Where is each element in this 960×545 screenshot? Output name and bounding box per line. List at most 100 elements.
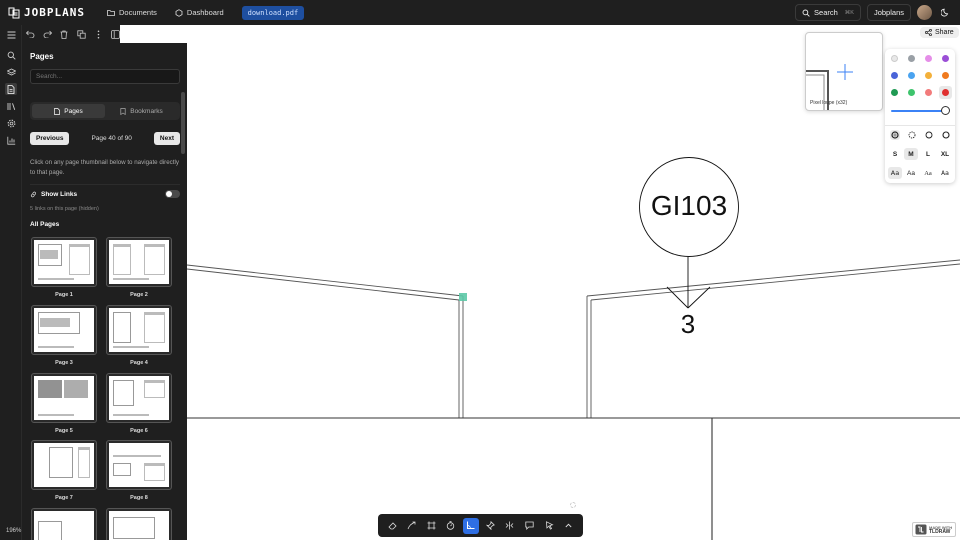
page-thumbnail[interactable] xyxy=(106,508,172,540)
divider xyxy=(30,184,180,185)
callout-number: 3 xyxy=(680,309,696,339)
link-icon xyxy=(30,191,37,197)
stopwatch-icon xyxy=(447,521,455,530)
comment-tool[interactable] xyxy=(522,518,538,534)
nav-documents[interactable]: Documents xyxy=(107,8,157,17)
color-swatch[interactable] xyxy=(925,55,932,62)
made-with-line2: TLDRAW xyxy=(929,528,951,535)
eraser-tool[interactable] xyxy=(384,518,400,534)
page-label: Page 3 xyxy=(55,360,73,366)
cursor-indicator xyxy=(570,502,576,508)
size-option-xl[interactable]: XL xyxy=(938,148,952,160)
chart-icon[interactable] xyxy=(5,134,17,146)
nav-dashboard[interactable]: Dashboard xyxy=(175,8,224,17)
fill-pattern-option[interactable] xyxy=(941,130,951,140)
page-label: Page 1 xyxy=(55,292,73,298)
color-swatch[interactable] xyxy=(925,89,932,96)
split-icon xyxy=(506,521,514,530)
opacity-slider-knob[interactable] xyxy=(941,106,950,115)
page-thumbnail[interactable] xyxy=(31,440,97,490)
theme-toggle[interactable] xyxy=(938,6,952,20)
cursor-icon xyxy=(545,521,554,530)
divider xyxy=(885,125,955,126)
pages-icon[interactable] xyxy=(5,83,17,95)
next-button[interactable]: Next xyxy=(153,132,180,145)
page-label: Page 5 xyxy=(55,428,73,434)
tldraw-logo-icon xyxy=(915,524,927,535)
page-thumbnail[interactable] xyxy=(31,305,97,355)
font-draw-option[interactable]: Aa xyxy=(888,167,902,179)
fill-semi-option[interactable] xyxy=(907,130,917,140)
undo-icon[interactable] xyxy=(25,29,35,39)
color-swatch[interactable] xyxy=(908,55,915,62)
page-thumbnail[interactable] xyxy=(106,373,172,423)
page-thumbnail[interactable] xyxy=(31,373,97,423)
previous-button[interactable]: Previous xyxy=(30,132,70,145)
made-with-badge[interactable]: MADE WITH TLDRAW xyxy=(912,522,956,537)
color-swatch[interactable] xyxy=(925,72,932,79)
page-label: Page 8 xyxy=(130,495,148,501)
split-tool[interactable] xyxy=(502,518,518,534)
color-swatch[interactable] xyxy=(891,55,898,62)
color-swatch[interactable] xyxy=(942,72,949,79)
layers-icon[interactable] xyxy=(5,66,17,78)
page-thumbnail[interactable] xyxy=(31,237,97,287)
angle-icon xyxy=(467,521,475,529)
eraser-icon xyxy=(387,522,397,530)
org-button[interactable]: Jobplans xyxy=(866,4,911,21)
font-serif-option[interactable]: Aa xyxy=(921,167,935,179)
pages-search-input[interactable] xyxy=(30,69,180,84)
show-links-toggle[interactable] xyxy=(165,190,180,198)
color-swatch[interactable] xyxy=(891,72,898,79)
arrow-tool[interactable] xyxy=(404,518,420,534)
menu-icon[interactable] xyxy=(5,29,17,41)
color-swatch[interactable] xyxy=(891,89,898,96)
panel-toolbar xyxy=(22,25,120,43)
duplicate-icon[interactable] xyxy=(76,29,86,39)
select-tool[interactable] xyxy=(541,518,557,534)
more-icon[interactable] xyxy=(93,29,103,39)
style-panel: S M L XL Aa Aa Aa Aa xyxy=(885,49,955,183)
fill-none-option[interactable] xyxy=(890,130,900,140)
panel-scrollbar[interactable] xyxy=(181,92,185,154)
pin-tool[interactable] xyxy=(482,518,498,534)
page-thumbnail[interactable] xyxy=(31,508,97,540)
links-count: 5 links on this page (hidden) xyxy=(30,206,99,212)
bookmark-icon xyxy=(120,107,126,115)
redo-icon[interactable] xyxy=(42,29,52,39)
sidebar-toggle-icon[interactable] xyxy=(110,29,120,39)
measure-tool[interactable] xyxy=(443,518,459,534)
color-swatch-selected[interactable] xyxy=(942,89,949,96)
search-button[interactable]: Search ⌘K xyxy=(795,4,861,21)
app-logo[interactable]: JOBPLANS xyxy=(8,6,85,19)
gear-icon[interactable] xyxy=(5,117,17,129)
avatar[interactable] xyxy=(917,5,932,20)
color-swatch[interactable] xyxy=(942,55,949,62)
size-option-m[interactable]: M xyxy=(904,148,918,160)
fill-solid-option[interactable] xyxy=(924,130,934,140)
file-chip[interactable]: download.pdf xyxy=(241,5,305,20)
dashboard-icon xyxy=(175,8,183,17)
tab-pages[interactable]: Pages xyxy=(32,104,105,118)
page-thumbnail[interactable] xyxy=(106,237,172,287)
zoom-level[interactable]: 196% xyxy=(6,528,21,534)
page-thumbnail[interactable] xyxy=(106,305,172,355)
page-label: Page 2 xyxy=(130,292,148,298)
color-swatch[interactable] xyxy=(908,72,915,79)
page-thumbnail[interactable] xyxy=(106,440,172,490)
more-tools[interactable] xyxy=(561,518,577,534)
pixel-loupe: Pixel loupe (x32) xyxy=(805,32,883,111)
logo-icon xyxy=(8,7,20,18)
color-swatch[interactable] xyxy=(908,89,915,96)
tab-bookmarks[interactable]: Bookmarks xyxy=(105,104,178,118)
frame-tool[interactable] xyxy=(423,518,439,534)
library-icon[interactable] xyxy=(5,100,17,112)
size-option-s[interactable]: S xyxy=(888,148,902,160)
share-button[interactable]: Share xyxy=(920,27,959,38)
font-mono-option[interactable]: Aa xyxy=(938,167,952,179)
size-option-l[interactable]: L xyxy=(921,148,935,160)
trash-icon[interactable] xyxy=(59,29,69,39)
line-tool[interactable] xyxy=(462,517,479,534)
search-icon[interactable] xyxy=(5,49,17,61)
font-sans-option[interactable]: Aa xyxy=(904,167,918,179)
